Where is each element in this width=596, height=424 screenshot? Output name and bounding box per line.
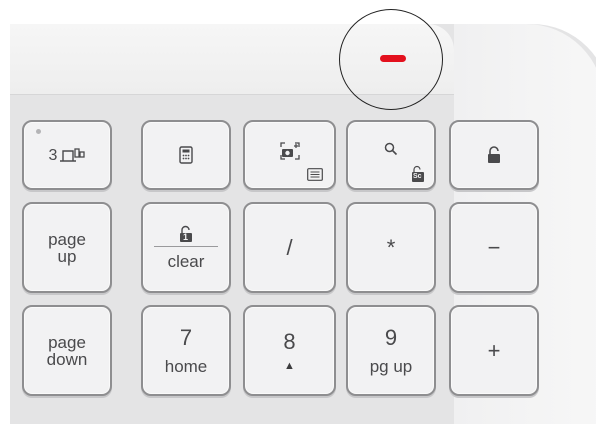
page-up-line1: page [48, 229, 86, 249]
lock-1-icon: 1 [179, 225, 193, 243]
up-arrow-icon: ▲ [284, 359, 295, 372]
lock-1-text: 1 [183, 232, 189, 242]
channel-indicator-dot [36, 129, 41, 134]
numpad-7-label: home [164, 357, 208, 376]
numpad-7-number: 7 [179, 325, 193, 350]
plus-key[interactable]: + [449, 305, 539, 396]
easy-switch-channel-label: 3 [48, 146, 58, 164]
easy-switch-key[interactable]: 3 [22, 120, 112, 190]
led-highlight-circle [339, 9, 443, 110]
plus-label: + [487, 337, 501, 363]
devices-icon [60, 148, 86, 162]
lock-sc-icon: Sc [411, 165, 425, 183]
search-key[interactable]: Sc [346, 120, 436, 190]
page-up-line2: up [57, 246, 77, 266]
lock-sc-text: Sc [413, 173, 422, 180]
numpad-7-key[interactable]: 7 home [141, 305, 231, 396]
divide-key[interactable]: / [243, 202, 336, 293]
minus-key[interactable]: − [449, 202, 539, 293]
menu-icon [307, 168, 323, 181]
clear-label: clear [167, 252, 205, 271]
page-down-line1: page [48, 332, 86, 352]
numpad-9-key[interactable]: 9 pg up [346, 305, 436, 396]
screenshot-icon [279, 142, 300, 160]
divide-label: / [286, 234, 293, 260]
numpad-8-number: 8 [283, 328, 296, 354]
calculator-icon [179, 146, 193, 164]
multiply-key[interactable]: * [346, 202, 436, 293]
calculator-key[interactable] [141, 120, 231, 190]
screenshot-key[interactable] [243, 120, 336, 190]
lock-icon [488, 146, 500, 163]
search-icon [384, 142, 398, 156]
minus-label: − [487, 234, 501, 260]
clear-key[interactable]: 1 clear [141, 202, 231, 293]
page-down-line2: down [46, 349, 88, 369]
page-down-key[interactable]: page down [22, 305, 112, 396]
multiply-label: * [386, 234, 396, 260]
lock-key[interactable] [449, 120, 539, 190]
numpad-8-key[interactable]: 8 ▲ [243, 305, 336, 396]
clear-key-separator [154, 246, 218, 247]
numpad-9-label: pg up [369, 357, 413, 376]
page-up-key[interactable]: page up [22, 202, 112, 293]
numpad-9-number: 9 [384, 325, 398, 350]
